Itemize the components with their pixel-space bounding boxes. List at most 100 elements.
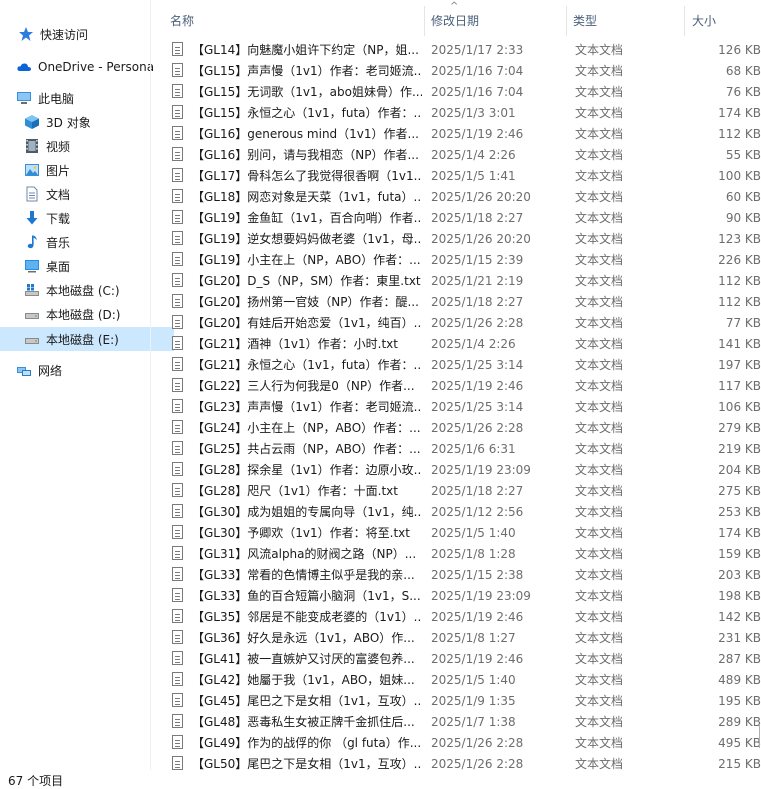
file-name: 【GL28】咫尺（1v1）作者：十面.txt <box>192 484 398 498</box>
file-name: 【GL24】小主在上（NP，ABO）作者：... <box>192 421 421 435</box>
nav-pictures[interactable]: 图片 <box>0 159 174 181</box>
file-date-modified: 2025/1/19 2:46 <box>431 652 524 666</box>
file-row[interactable]: 【GL17】骨科怎么了我觉得很香啊（1v1... 2025/1/5 1:41 文本文… <box>162 166 761 187</box>
file-date-modified: 2025/1/25 3:14 <box>431 358 524 372</box>
file-row[interactable]: 【GL20】扬州第一官妓（NP）作者：醍... 2025/1/18 2:27 文本文… <box>162 292 761 313</box>
file-type: 文本文档 <box>575 463 624 477</box>
file-row[interactable]: 【GL19】逆女想要妈妈做老婆（1v1，母... 2025/1/26 20:20 文… <box>162 229 761 250</box>
file-row[interactable]: 【GL20】有娃后开始恋爱（1v1，纯百）... 2025/1/26 2:28 文本… <box>162 313 761 334</box>
nav-3d-objects[interactable]: 3D 对象 <box>0 111 174 133</box>
file-name: 【GL31】风流alpha的财阀之路（NP）... <box>192 547 417 561</box>
file-row[interactable]: 【GL28】咫尺（1v1）作者：十面.txt 2025/1/18 2:27 文本文档… <box>162 481 761 502</box>
file-row[interactable]: 【GL21】永恒之心（1v1，futa）作者：... 2025/1/25 3:14… <box>162 355 761 376</box>
desktop-icon <box>24 258 40 274</box>
column-header-name[interactable]: 名称 <box>170 12 194 29</box>
file-row[interactable]: 【GL21】酒神（1v1）作者：小时.txt 2025/1/4 2:26 文本文档 1… <box>162 334 761 355</box>
column-header-size[interactable]: 大小 <box>692 12 716 29</box>
file-date-modified: 2025/1/16 7:04 <box>431 64 524 78</box>
file-row[interactable]: 【GL23】声声慢（1v1）作者：老司姬流... 2025/1/25 3:14 文本… <box>162 397 761 418</box>
file-row[interactable]: 【GL18】网恋对象是天菜（1v1，futa）... 2025/1/26 20:2… <box>162 187 761 208</box>
file-row[interactable]: 【GL25】共占云雨（NP，ABO）作者：... 2025/1/6 6:31 文本文… <box>162 439 761 460</box>
nav-quick-access[interactable]: 快速访问 <box>0 23 168 45</box>
file-row[interactable]: 【GL19】金鱼缸（1v1，百合向哨）作者... 2025/1/18 2:27 文本… <box>162 208 761 229</box>
file-type: 文本文档 <box>575 610 624 624</box>
file-date-modified: 2025/1/26 2:28 <box>431 757 524 770</box>
nav-desktop[interactable]: 桌面 <box>0 255 174 277</box>
nav-music[interactable]: 音乐 <box>0 231 174 253</box>
file-row[interactable]: 【GL31】风流alpha的财阀之路（NP）... 2025/1/8 1:28 文本… <box>162 544 761 565</box>
file-date-modified: 2025/1/12 2:56 <box>431 505 524 519</box>
file-name: 【GL19】逆女想要妈妈做老婆（1v1，母... <box>192 232 422 246</box>
file-row[interactable]: 【GL15】声声慢（1v1）作者：老司姬流... 2025/1/16 7:04 文本… <box>162 61 761 82</box>
file-name: 【GL15】永恒之心（1v1，futa）作者：... <box>192 106 422 120</box>
navigation-pane: 快速访问 OneDrive - Persona 此电脑 3D 对象 视频 图片 <box>0 0 174 770</box>
file-name: 【GL20】扬州第一官妓（NP）作者：醍... <box>192 295 419 309</box>
file-name: 【GL19】小主在上（NP，ABO）作者：... <box>192 253 421 267</box>
nav-documents[interactable]: 文档 <box>0 183 174 205</box>
text-file-icon <box>172 63 183 77</box>
file-type: 文本文档 <box>575 694 624 708</box>
file-row[interactable]: 【GL33】常看的色情博主似乎是我的亲... 2025/1/15 2:38 文本文档… <box>162 565 761 586</box>
file-row[interactable]: 【GL30】予卿欢（1v1）作者：将至.txt 2025/1/5 1:40 文本文档… <box>162 523 761 544</box>
nav-network[interactable]: 网络 <box>0 359 166 381</box>
file-size: 126 KB <box>718 43 761 57</box>
file-type: 文本文档 <box>575 232 624 246</box>
nav-videos[interactable]: 视频 <box>0 135 174 157</box>
file-size: 219 KB <box>718 442 761 456</box>
column-header-date[interactable]: 修改日期 <box>431 12 479 29</box>
file-row[interactable]: 【GL50】尾巴之下是女相（1v1，互攻）... 2025/1/26 2:28 文本… <box>162 754 761 770</box>
column-separator[interactable] <box>566 6 567 36</box>
file-name: 【GL42】她屬于我（1v1，ABO，姐妹... <box>192 673 415 687</box>
music-icon <box>24 234 40 250</box>
nav-onedrive[interactable]: OneDrive - Persona <box>0 56 166 78</box>
file-type: 文本文档 <box>575 358 624 372</box>
file-row[interactable]: 【GL48】恶毒私生女被正牌千金抓住后... 2025/1/7 1:38 文本文档 2… <box>162 712 761 733</box>
file-row[interactable]: 【GL35】邻居是不能变成老婆的（1v1）... 2025/1/19 2:46 文本… <box>162 607 761 628</box>
file-row[interactable]: 【GL22】三人行为何我是0（NP）作者... 2025/1/19 2:46 文本文… <box>162 376 761 397</box>
file-date-modified: 2025/1/5 1:41 <box>431 169 516 183</box>
nav-label: 视频 <box>46 139 71 154</box>
document-icon <box>24 186 40 202</box>
file-row[interactable]: 【GL15】永恒之心（1v1，futa）作者：... 2025/1/3 3:01 文… <box>162 103 761 124</box>
file-row[interactable]: 【GL19】小主在上（NP，ABO）作者：... 2025/1/15 2:39 文本… <box>162 250 761 271</box>
file-size: 204 KB <box>718 463 761 477</box>
file-row[interactable]: 【GL16】generous mind（1v1）作者... 2025/1/19 2… <box>162 124 761 145</box>
file-row[interactable]: 【GL33】鱼的百合短篇小脑洞（1v1，S... 2025/1/19 23:09 文… <box>162 586 761 607</box>
file-row[interactable]: 【GL42】她屬于我（1v1，ABO，姐妹... 2025/1/5 1:40 文本文… <box>162 670 761 691</box>
nav-drive-e[interactable]: 本地磁盘 (E:) <box>0 327 174 351</box>
window-edge <box>755 724 760 748</box>
file-row[interactable]: 【GL49】作为的战俘的你 （gl futa）作... 2025/1/26 2:2… <box>162 733 761 754</box>
file-name: 【GL20】有娃后开始恋爱（1v1，纯百）... <box>192 316 422 330</box>
file-date-modified: 2025/1/26 2:28 <box>431 316 524 330</box>
nav-downloads[interactable]: 下载 <box>0 207 174 229</box>
file-type: 文本文档 <box>575 757 624 770</box>
file-name: 【GL36】好久是永远（1v1，ABO）作... <box>192 631 415 645</box>
file-row[interactable]: 【GL15】无词歌（1v1，abo姐妹骨）作... 2025/1/16 7:04 文… <box>162 82 761 103</box>
column-separator[interactable] <box>424 6 425 36</box>
file-row[interactable]: 【GL20】D_S（NP，SM）作者：東里.txt 2025/1/21 2:19 文… <box>162 271 761 292</box>
nav-this-pc[interactable]: 此电脑 <box>0 87 166 109</box>
file-size: 123 KB <box>718 232 761 246</box>
file-row[interactable]: 【GL24】小主在上（NP，ABO）作者：... 2025/1/26 2:28 文本… <box>162 418 761 439</box>
nav-drive-d[interactable]: 本地磁盘 (D:) <box>0 303 174 325</box>
nav-drive-c[interactable]: 本地磁盘 (C:) <box>0 279 174 301</box>
file-row[interactable]: 【GL36】好久是永远（1v1，ABO）作... 2025/1/8 1:27 文本文… <box>162 628 761 649</box>
file-row[interactable]: 【GL41】被一直嫉妒又讨厌的富婆包养... 2025/1/19 2:46 文本文档… <box>162 649 761 670</box>
file-date-modified: 2025/1/8 1:28 <box>431 547 516 561</box>
file-row[interactable]: 【GL45】尾巴之下是女相（1v1，互攻）... 2025/1/9 1:35 文本文… <box>162 691 761 712</box>
file-row[interactable]: 【GL30】成为姐姐的专属向导（1v1，纯... 2025/1/12 2:56 文本… <box>162 502 761 523</box>
file-size: 289 KB <box>718 715 761 729</box>
column-header-type[interactable]: 类型 <box>573 12 597 29</box>
file-date-modified: 2025/1/3 3:01 <box>431 106 516 120</box>
file-name: 【GL25】共占云雨（NP，ABO）作者：... <box>192 442 421 456</box>
nav-label: 本地磁盘 (D:) <box>46 307 121 322</box>
file-row[interactable]: 【GL28】探余星（1v1）作者：边原小玫... 2025/1/19 23:09 文… <box>162 460 761 481</box>
file-size: 141 KB <box>718 337 761 351</box>
pane-divider[interactable] <box>150 0 151 770</box>
file-row[interactable]: 【GL16】别问，请与我相恋（NP）作者... 2025/1/4 2:26 文本文档… <box>162 145 761 166</box>
cube-icon <box>24 114 40 130</box>
nav-label: 音乐 <box>46 235 71 250</box>
column-separator[interactable] <box>684 6 685 36</box>
file-size: 68 KB <box>725 64 761 78</box>
file-row[interactable]: 【GL14】向魅魔小姐许下约定（NP，姐... 2025/1/17 2:33 文本文… <box>162 40 761 61</box>
